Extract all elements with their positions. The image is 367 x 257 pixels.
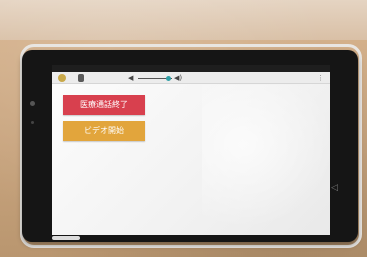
menu-icon[interactable]: ⋮	[317, 73, 324, 83]
status-bar	[52, 65, 330, 72]
tablet-screen: ◀ ◀) ⋮ 医療通話終了 ビデオ開始	[52, 65, 330, 235]
volume-high-icon: ◀)	[174, 74, 183, 82]
back-icon[interactable]: ◁	[331, 183, 339, 193]
end-call-button[interactable]: 医療通話終了	[63, 95, 145, 115]
screen-glare	[202, 85, 330, 235]
app-bar: ◀ ◀) ⋮	[52, 72, 330, 84]
volume-slider[interactable]	[138, 76, 172, 81]
volume-low-icon: ◀	[128, 74, 134, 82]
mode-button[interactable]	[78, 74, 84, 82]
app-logo-icon	[58, 74, 66, 82]
charging-cable	[52, 236, 80, 240]
volume-slider-thumb[interactable]	[166, 76, 172, 81]
sensor	[31, 121, 34, 124]
front-camera	[30, 101, 35, 106]
video-start-button[interactable]: ビデオ開始	[63, 121, 145, 141]
